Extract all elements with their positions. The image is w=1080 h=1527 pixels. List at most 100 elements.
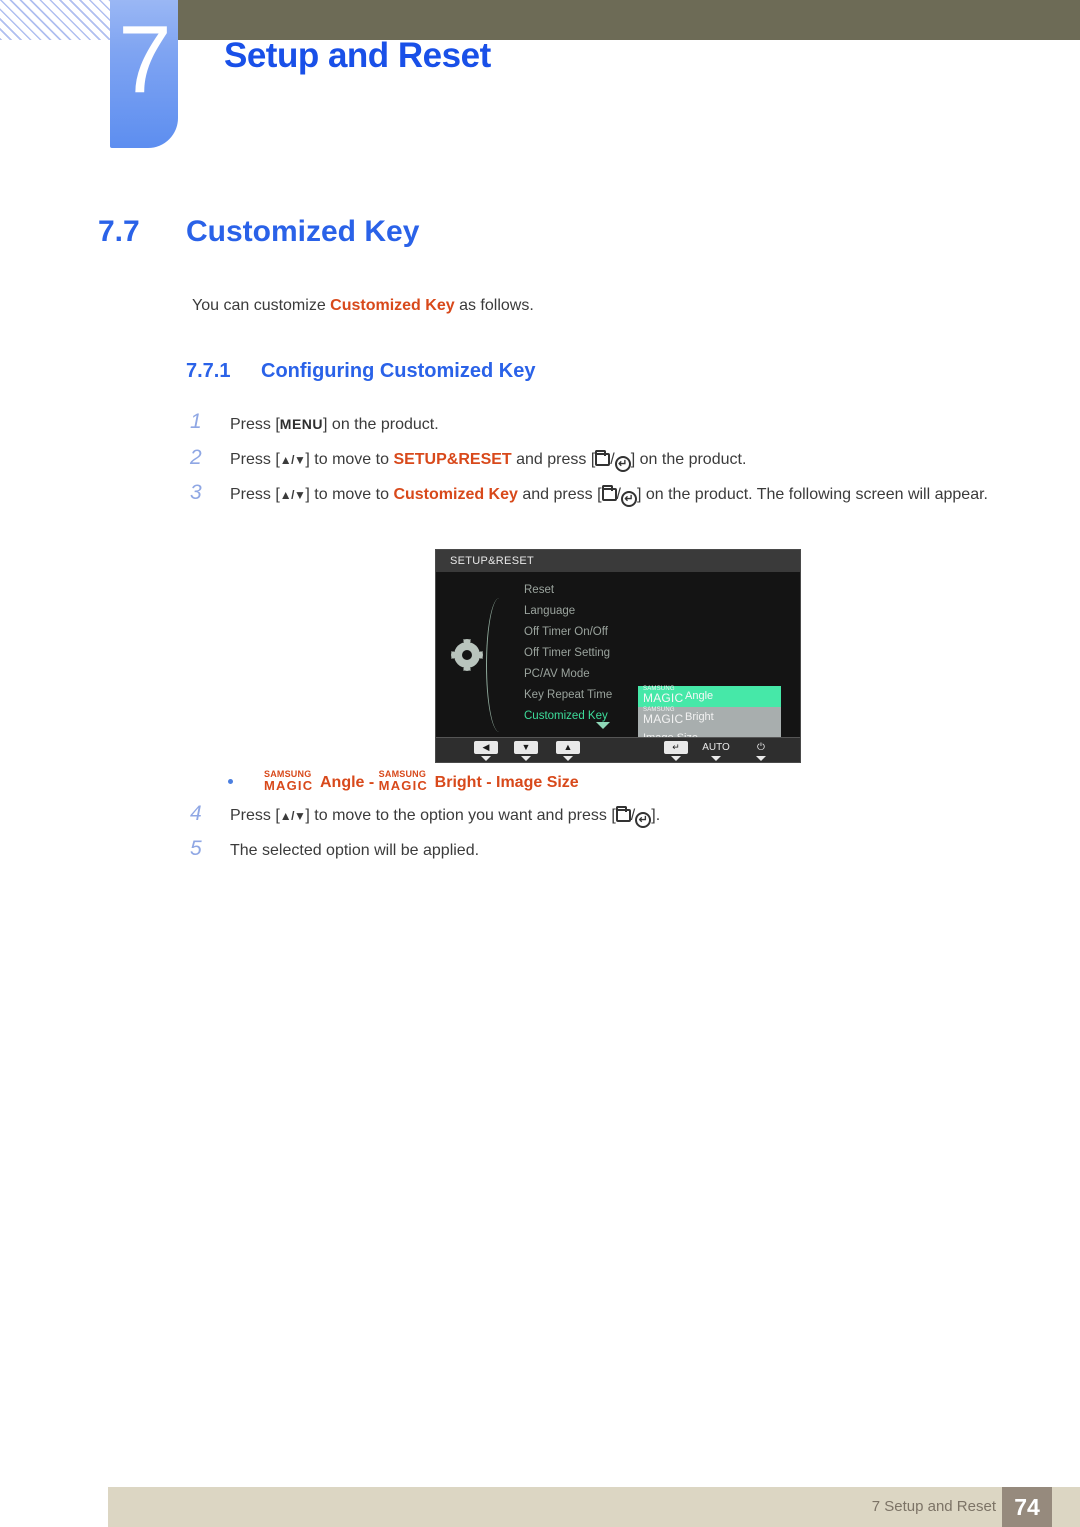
steps-list-bottom: 4 Press [▲/▼] to move to the option you … [186,802,1021,874]
bullet-separator-1: - [364,774,379,791]
step-text: Press [ [230,416,280,433]
osd-item-colon: : [799,622,800,643]
intro-text-after: as follows. [454,297,534,314]
down-arrow-icon: ▼ [514,741,538,754]
page-number: 74 [1002,1487,1052,1527]
magic-logo-bottom: MAGIC [643,712,684,727]
bullet-label-1: Angle [320,774,365,791]
list-item: 4 Press [▲/▼] to move to the option you … [186,802,1021,828]
step-text-end: ] on the product. [630,451,747,468]
magic-logo: SAMSUNG MAGIC [643,707,685,727]
button-marker-icon [711,756,721,761]
bullet-dot-icon [228,779,233,784]
section-number: 7.7 [98,215,140,248]
options-bullet-line: SAMSUNG MAGIC Angle - SAMSUNG MAGIC Bright -… [228,770,579,792]
osd-screenshot: SETUP&RESET Reset Language : English Off… [435,549,801,763]
list-item: 2 Press [▲/▼] to move to SETUP&RESET and… [186,446,1021,472]
osd-item-label: Off Timer Setting [524,647,611,659]
updown-arrows-glyph: ▲/▼ [279,809,306,823]
step-highlight: SETUP&RESET [393,451,512,468]
step-text-end: ]. [651,807,661,824]
list-item: 5 The selected option will be applied. [186,837,1021,863]
bullet-label-3: Image Size [496,774,579,791]
osd-menu-item-off-timer-setting[interactable]: Off Timer Setting [524,643,704,664]
chapter-number-badge: 7 [110,0,178,148]
button-marker-icon [756,756,766,761]
magic-logo: SAMSUNG MAGIC [264,770,320,793]
button-marker-icon [563,756,573,761]
magic-logo-bottom: MAGIC [643,691,684,706]
osd-button-up[interactable]: ▲ [556,741,580,761]
osd-item-colon: : [799,706,800,727]
chapter-header: 7 Setup and Reset [0,0,1080,160]
osd-button-auto[interactable]: AUTO [699,741,733,761]
step-number: 4 [190,802,202,825]
osd-item-colon: : [799,685,800,706]
osd-button-down[interactable]: ▼ [514,741,538,761]
step-text: The selected option will be applied. [230,842,480,859]
step-text: and press [ [511,451,596,468]
updown-arrows-glyph: ▲/▼ [279,488,306,502]
step-text: ] to move to the option you want and pre… [305,807,616,824]
osd-menu-item-reset[interactable]: Reset [524,580,704,601]
osd-item-label: Customized Key [524,710,608,722]
chapter-title: Setup and Reset [224,36,491,75]
step-number: 5 [190,837,202,860]
subsection-heading: 7.7.1 Configuring Customized Key [186,360,535,383]
bullet-text: SAMSUNG MAGIC Angle - SAMSUNG MAGIC Bright -… [264,770,579,793]
source-icon [601,485,617,501]
header-bar [172,0,1080,40]
left-arrow-icon: ◀ [474,741,498,754]
osd-option-magic-angle[interactable]: SAMSUNG MAGIC Angle [638,686,781,707]
step-text: Press [ [230,807,280,824]
osd-item-label: Key Repeat Time [524,689,613,701]
magic-logo: SAMSUNG MAGIC [379,770,435,793]
osd-item-label: Reset [524,584,555,596]
osd-button-enter[interactable]: ↵ [664,741,688,761]
auto-label: AUTO [702,742,730,753]
footer-chapter-label: 7 Setup and Reset [871,1498,996,1515]
page-footer: 7 Setup and Reset 74 [108,1487,1080,1527]
magic-logo: SAMSUNG MAGIC [643,686,685,706]
step-text-end: ] on the product. The following screen w… [636,486,988,503]
slash-separator: / [610,451,615,468]
step-number: 1 [190,410,202,433]
subsection-title: Configuring Customized Key [261,360,536,382]
step-number: 3 [190,481,202,504]
osd-button-power[interactable]: ⏻ [744,741,778,761]
intro-paragraph: You can customize Customized Key as foll… [192,297,534,315]
osd-button-left[interactable]: ◀ [474,741,498,761]
up-arrow-icon: ▲ [556,741,580,754]
bullet-label-2: Bright [434,774,482,791]
button-marker-icon [671,756,681,761]
enter-icon: ↵ [620,491,637,507]
osd-menu-item-off-timer-onoff[interactable]: Off Timer On/Off : Off [524,622,800,643]
osd-menu-item-pc-av-mode[interactable]: PC/AV Mode [524,664,704,685]
source-icon [615,806,631,822]
step-text: and press [ [517,486,602,503]
osd-menu-item-language[interactable]: Language : English [524,601,800,622]
steps-list-top: 1 Press [MENU] on the product. 2 Press [… [186,410,1021,518]
enter-icon: ↵ [664,741,688,754]
button-marker-icon [521,756,531,761]
step-text: Press [ [230,486,280,503]
button-marker-icon [481,756,491,761]
enter-icon: ↵ [635,812,652,828]
osd-option-label: Bright [685,711,714,723]
subsection-number: 7.7.1 [186,360,231,382]
section-title: Customized Key [186,215,420,248]
source-icon [595,450,611,466]
menu-keycap: MENU [279,416,324,432]
bullet-separator-2: - [481,774,496,791]
osd-item-label: PC/AV Mode [524,668,590,680]
osd-divider-curve [486,598,508,732]
step-text: Press [ [230,451,280,468]
osd-item-label: Language [524,605,576,617]
enter-icon: ↵ [614,456,631,472]
step-highlight: Customized Key [393,486,518,503]
osd-option-magic-bright[interactable]: SAMSUNG MAGIC Bright [638,707,781,728]
power-icon: ⏻ [757,742,765,753]
osd-item-label: Off Timer On/Off [524,626,608,638]
step-number: 2 [190,446,202,469]
osd-button-bar: ◀ ▼ ▲ ↵ AUTO ⏻ [436,737,800,762]
